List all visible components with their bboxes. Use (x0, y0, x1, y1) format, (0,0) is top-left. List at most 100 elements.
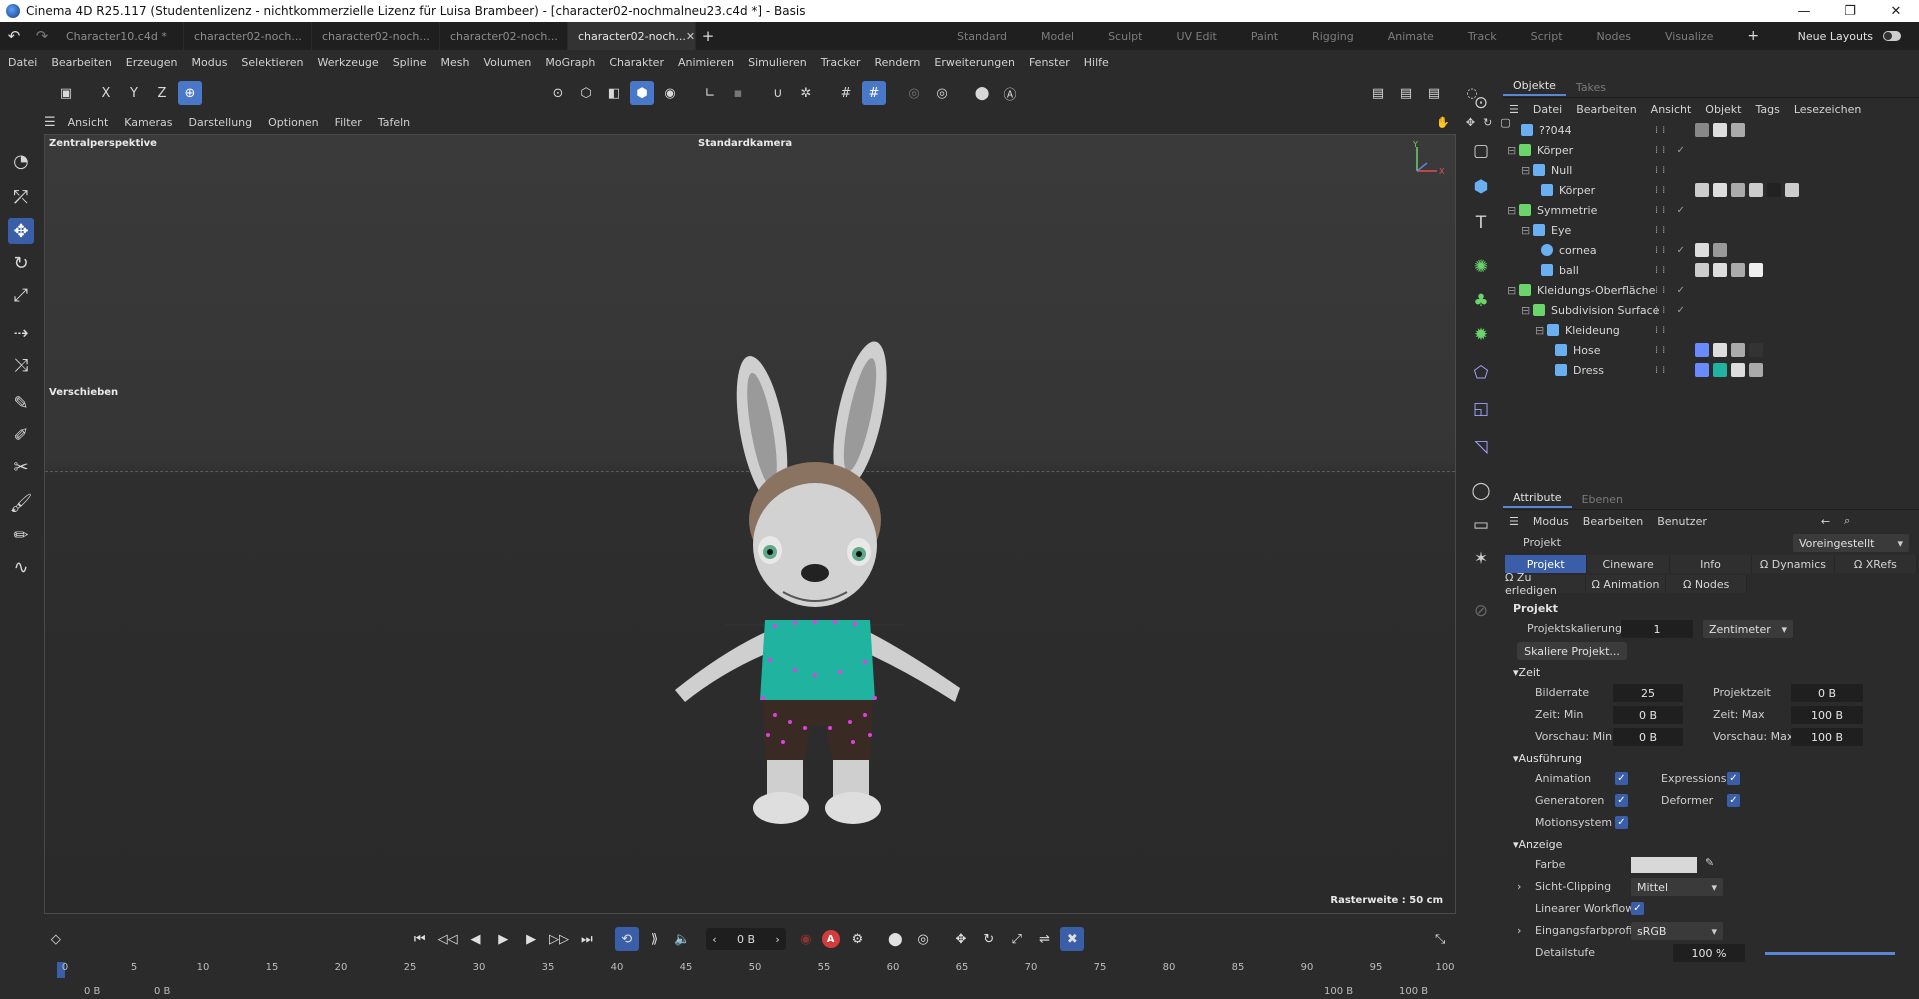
render-view-icon[interactable]: ▤ (1366, 81, 1390, 105)
attribute-menu-bearbeiten[interactable]: Bearbeiten (1583, 515, 1643, 528)
rotate-tool-icon[interactable]: ↻ (8, 250, 34, 276)
objects-menu-objekt[interactable]: Objekt (1705, 103, 1741, 116)
projektzeit-input[interactable]: 0 B (1791, 684, 1863, 702)
workplane-grid-icon[interactable]: # (834, 81, 858, 105)
unit-dropdown[interactable]: Zentimeter (1703, 620, 1793, 638)
record-disabled-icon[interactable]: ◉ (794, 927, 818, 951)
neue-layouts[interactable]: Neue Layouts (1798, 22, 1901, 50)
menu-erzeugen[interactable]: Erzeugen (126, 56, 178, 69)
menu-hilfe[interactable]: Hilfe (1084, 56, 1109, 69)
move-tool-icon[interactable]: ✥ (8, 218, 34, 244)
layout-visualize[interactable]: Visualize (1648, 30, 1730, 43)
object-row[interactable]: ⊟ Kleideung ⁞⁞ (1507, 320, 1919, 340)
bunny-character[interactable] (665, 330, 1005, 870)
live-selection-icon[interactable]: ◔ (8, 148, 34, 174)
attribute-hamburger-icon[interactable]: ☰ (1509, 515, 1519, 528)
objects-menu-bearbeiten[interactable]: Bearbeiten (1576, 103, 1636, 116)
axis-mode-icon[interactable]: ∟ (698, 81, 722, 105)
timeline-ruler[interactable]: 0 5 10 15 20 25 30 35 40 45 50 55 60 65 … (44, 958, 1456, 984)
range-min2-field[interactable]: 0 B (154, 986, 170, 997)
preset-dropdown[interactable]: Voreingestellt (1793, 534, 1909, 552)
selection-tools-icon[interactable]: ⤱ (8, 184, 34, 210)
doc-tab[interactable]: Character10.c4d * (56, 22, 184, 50)
softselection-icon[interactable]: ◎ (902, 81, 926, 105)
keyframe-settings-icon[interactable]: ⚙ (846, 927, 870, 951)
key-rotate-icon[interactable]: ↻ (977, 927, 1001, 951)
menu-simulieren[interactable]: Simulieren (748, 56, 807, 69)
search-attr-icon[interactable]: ⌕ (1844, 514, 1850, 528)
object-row[interactable]: ⊟ Symmetrie ⁞⁞ ✓ (1507, 200, 1919, 220)
object-row[interactable]: ball ⁞⁞ (1507, 260, 1919, 280)
camera-icon[interactable]: ▭ (1468, 512, 1494, 538)
pill-zu-erledigen[interactable]: Ω Zu erledigen (1505, 571, 1586, 597)
object-row[interactable]: Dress ⁞⁞ (1507, 360, 1919, 380)
deformer-checkbox[interactable]: ✓ (1727, 794, 1740, 807)
generatoren-checkbox[interactable]: ✓ (1615, 794, 1628, 807)
objects-hamburger-icon[interactable]: ☰ (1509, 103, 1519, 116)
snap-settings-icon[interactable]: ✲ (794, 81, 818, 105)
menu-charakter[interactable]: Charakter (609, 56, 664, 69)
generator-icon[interactable]: ✺ (1468, 254, 1494, 280)
object-row[interactable]: ⊟ Null ⁞⁞ (1507, 160, 1919, 180)
key-rotation-icon[interactable]: ◎ (911, 927, 935, 951)
close-icon[interactable]: ✕ (1873, 0, 1919, 22)
zeit-max-input[interactable]: 100 B (1791, 706, 1863, 724)
pill-animation[interactable]: Ω Animation (1585, 575, 1667, 593)
object-row[interactable]: ??044 ⁞⁞ (1507, 120, 1919, 140)
layout-nodes[interactable]: Nodes (1580, 30, 1648, 43)
x-axis-toggle[interactable]: X (94, 81, 118, 105)
spline-icon[interactable]: ▢ (1468, 138, 1494, 164)
model-mode-icon[interactable]: ▣ (54, 81, 78, 105)
z-axis-toggle[interactable]: Z (150, 81, 174, 105)
menu-mograph[interactable]: MoGraph (545, 56, 595, 69)
tab-takes[interactable]: Takes (1566, 81, 1616, 94)
color-swatch[interactable] (1631, 857, 1697, 873)
field-icon[interactable]: ✹ (1468, 322, 1494, 348)
autokey-icon[interactable]: A (821, 930, 840, 948)
vorschau-min-input[interactable]: 0 B (1613, 728, 1683, 746)
render-picture-viewer-icon[interactable]: ▤ (1394, 81, 1418, 105)
sicht-clipping-dropdown[interactable]: Mittel (1631, 878, 1723, 896)
menu-modus[interactable]: Modus (192, 56, 228, 69)
tab-objekte[interactable]: Objekte (1503, 79, 1566, 96)
motionsystem-checkbox[interactable]: ✓ (1615, 816, 1628, 829)
tab-attribute[interactable]: Attribute (1503, 491, 1572, 508)
sound-icon[interactable]: 🔈 (670, 927, 694, 951)
play-icon[interactable]: ▶ (491, 927, 515, 951)
detailstufe-slider[interactable] (1765, 952, 1895, 955)
menu-spline[interactable]: Spline (393, 56, 427, 69)
uv-mode-icon[interactable]: ◉ (658, 81, 682, 105)
viewport-menu-darstellung[interactable]: Darstellung (189, 116, 253, 129)
object-row[interactable]: ⊟ Subdivision Surface ⁞⁞ ✓ (1507, 300, 1919, 320)
coordinate-system-icon[interactable]: ⊕ (178, 81, 202, 105)
viewport-hamburger-icon[interactable]: ☰ (44, 115, 56, 130)
environment-icon[interactable]: ◯ (1468, 478, 1494, 504)
menu-tracker[interactable]: Tracker (821, 56, 861, 69)
null-object-icon[interactable]: ⊙ (1468, 90, 1494, 116)
object-mode-icon[interactable]: ⬢ (630, 81, 654, 105)
pill-cineware[interactable]: Cineware (1587, 555, 1670, 573)
range-max-field[interactable]: 100 B (1324, 986, 1353, 997)
menu-datei[interactable]: Datei (8, 56, 37, 69)
doc-tab[interactable]: character02-noch... (184, 22, 312, 50)
next-key-icon[interactable]: ▷▷ (547, 927, 571, 951)
keyframe-icon[interactable]: ◇ (44, 927, 68, 951)
menu-fenster[interactable]: Fenster (1029, 56, 1070, 69)
brush-tool-icon[interactable]: 🖌 (8, 490, 34, 516)
doc-tab[interactable]: character02-noch... (312, 22, 440, 50)
object-row[interactable]: Körper ⁞⁞ (1507, 180, 1919, 200)
symmetry-icon[interactable]: ◎ (930, 81, 954, 105)
placement-tool-icon[interactable]: ⤨ (8, 352, 34, 378)
tag-icon[interactable]: ⊘ (1468, 598, 1494, 624)
undo-icon[interactable]: ↶ (0, 27, 28, 45)
eyedropper-icon[interactable]: ✎ (1705, 856, 1714, 869)
viewport-3d[interactable]: Zentralperspektive Standardkamera Versch… (44, 134, 1456, 914)
vorschau-max-input[interactable]: 100 B (1791, 728, 1863, 746)
transfer-tool-icon[interactable]: ⇢ (8, 320, 34, 346)
layout-animate[interactable]: Animate (1371, 30, 1451, 43)
object-row[interactable]: cornea ⁞⁞ ✓ (1507, 240, 1919, 260)
workplane-snap-icon[interactable]: # (862, 81, 886, 105)
go-to-start-icon[interactable]: ⏮ (408, 927, 432, 951)
skaliere-projekt-button[interactable]: Skaliere Projekt... (1517, 642, 1627, 660)
maximize-icon[interactable]: ❐ (1827, 0, 1873, 22)
